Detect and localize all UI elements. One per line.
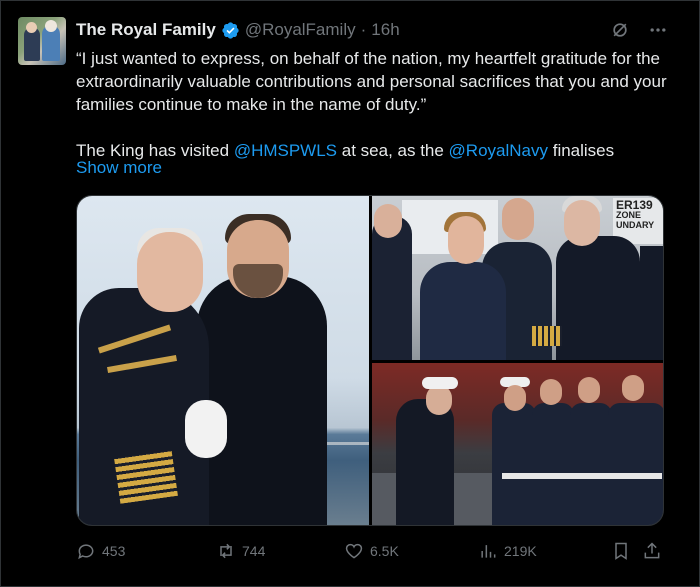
like-icon	[345, 543, 363, 559]
views-icon	[481, 545, 496, 558]
tweet-paragraph: The King has visited @HMSPWLS at sea, as…	[76, 139, 676, 162]
repost-icon	[220, 543, 232, 559]
repost-button[interactable]: 744	[216, 541, 265, 561]
sign-line1: ER139	[616, 198, 653, 212]
more-icon[interactable]	[647, 19, 669, 41]
timestamp[interactable]: 16h	[371, 20, 399, 40]
tweet-text: “I just wanted to express, on behalf of …	[76, 47, 676, 162]
views-button[interactable]: 219K	[478, 541, 537, 561]
tweet: The Royal Family @RoyalFamily · 16h “I j…	[0, 0, 700, 587]
reply-button[interactable]: 453	[76, 541, 125, 561]
show-more-link[interactable]: Show more	[76, 158, 162, 178]
bookmark-button[interactable]	[611, 541, 631, 561]
share-icon	[644, 542, 660, 559]
repost-count: 744	[242, 543, 266, 559]
share-button[interactable]	[642, 541, 662, 561]
like-count: 6.5K	[370, 543, 399, 559]
bookmark-icon	[615, 542, 627, 560]
verified-badge-icon	[221, 21, 240, 40]
para2-mid: at sea, as the	[337, 141, 449, 160]
views-count: 219K	[504, 543, 537, 559]
avatar[interactable]	[18, 17, 66, 65]
sign-line2: ZONE	[616, 210, 642, 220]
like-button[interactable]: 6.5K	[344, 541, 399, 561]
mention-hmspwls[interactable]: @HMSPWLS	[234, 141, 337, 160]
header-actions	[609, 19, 669, 41]
reply-count: 453	[102, 543, 126, 559]
photo-king-greeting-crew[interactable]: ER139 ZONE UNDARY	[372, 196, 663, 360]
sign-line3: UNDARY	[616, 220, 655, 230]
para2-post: finalises	[548, 141, 615, 160]
separator-dot: ·	[360, 20, 367, 39]
action-bar: 453 744 6.5K 219K	[76, 541, 666, 563]
tweet-quote: “I just wanted to express, on behalf of …	[76, 49, 667, 114]
grok-icon[interactable]	[609, 19, 631, 41]
author-name[interactable]: The Royal Family	[76, 20, 216, 40]
mention-royalnavy[interactable]: @RoyalNavy	[449, 141, 548, 160]
media-grid: ER139 ZONE UNDARY	[76, 195, 664, 526]
photo-king-and-officer[interactable]	[77, 196, 369, 525]
tweet-header: The Royal Family @RoyalFamily · 16h	[76, 19, 400, 41]
photo-king-inspecting-sailors[interactable]	[372, 363, 663, 525]
reply-icon	[78, 544, 94, 560]
author-handle[interactable]: @RoyalFamily	[245, 20, 356, 40]
